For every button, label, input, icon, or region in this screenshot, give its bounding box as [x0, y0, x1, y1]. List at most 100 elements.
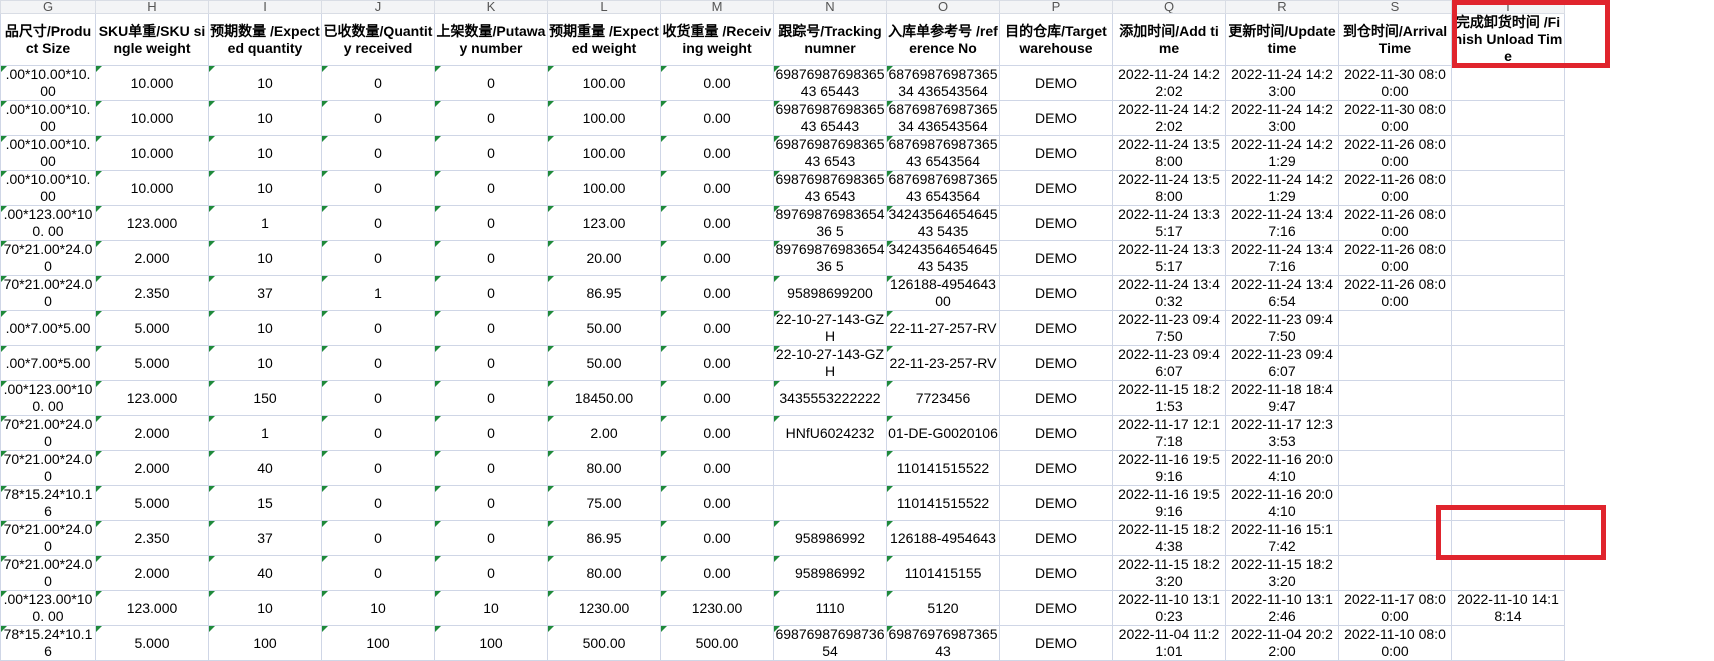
cell-sku-weight[interactable]: 10.000	[95, 65, 209, 101]
cell-expected-qty[interactable]: 10	[208, 345, 322, 381]
cell-reference[interactable]: 3424356465464543 5435	[886, 205, 1000, 241]
cell-update-time[interactable]: 2022-11-24 14:21:29	[1225, 135, 1339, 171]
cell-putaway[interactable]: 0	[434, 485, 548, 521]
cell-reference[interactable]: 1101415155	[886, 555, 1000, 591]
column-letter[interactable]: R	[1225, 0, 1339, 14]
cell-sku-weight[interactable]: 5.000	[95, 485, 209, 521]
cell-finish-unload[interactable]	[1451, 100, 1565, 136]
cell-tracking[interactable]: 8976987698365436 5	[773, 205, 887, 241]
column-letter[interactable]: S	[1338, 0, 1452, 14]
cell-warehouse[interactable]: DEMO	[999, 275, 1113, 311]
cell-receiving-weight[interactable]: 500.00	[660, 625, 774, 661]
cell-putaway[interactable]: 0	[434, 310, 548, 346]
cell-add-time[interactable]: 2022-11-24 13:58:00	[1112, 170, 1226, 206]
cell-expected-qty[interactable]: 10	[208, 590, 322, 626]
cell-expected-weight[interactable]: 100.00	[547, 170, 661, 206]
cell-sku-weight[interactable]: 2.000	[95, 450, 209, 486]
cell-warehouse[interactable]: DEMO	[999, 485, 1113, 521]
cell-warehouse[interactable]: DEMO	[999, 240, 1113, 276]
cell-putaway[interactable]: 0	[434, 135, 548, 171]
cell-receiving-weight[interactable]: 0.00	[660, 135, 774, 171]
table-row[interactable]: .00*10.00*10.00 10.000 10 0 0 100.00 0.00 69876…	[0, 170, 1565, 206]
cell-warehouse[interactable]: DEMO	[999, 170, 1113, 206]
cell-expected-qty[interactable]: 10	[208, 240, 322, 276]
cell-sku-weight[interactable]: 123.000	[95, 380, 209, 416]
cell-sku-weight[interactable]: 5.000	[95, 310, 209, 346]
column-letter[interactable]: P	[999, 0, 1113, 14]
cell-finish-unload[interactable]	[1451, 170, 1565, 206]
cell-arrival-time[interactable]: 2022-11-26 08:00:00	[1338, 275, 1452, 311]
cell-putaway[interactable]: 0	[434, 520, 548, 556]
cell-size[interactable]: .00*7.00*5.00	[0, 310, 96, 346]
cell-sku-weight[interactable]: 5.000	[95, 345, 209, 381]
column-letter[interactable]: J	[321, 0, 435, 14]
cell-update-time[interactable]: 2022-11-24 13:47:16	[1225, 205, 1339, 241]
cell-tracking[interactable]: 22-10-27-143-GZH	[773, 310, 887, 346]
cell-warehouse[interactable]: DEMO	[999, 100, 1113, 136]
column-letter[interactable]: T	[1451, 0, 1565, 14]
cell-qty-received[interactable]: 0	[321, 170, 435, 206]
cell-receiving-weight[interactable]: 0.00	[660, 310, 774, 346]
column-header[interactable]: 目的仓库/Target warehouse	[999, 13, 1113, 66]
cell-qty-received[interactable]: 0	[321, 345, 435, 381]
cell-update-time[interactable]: 2022-11-18 18:49:47	[1225, 380, 1339, 416]
cell-size[interactable]: .00*123.00*100. 00	[0, 380, 96, 416]
cell-receiving-weight[interactable]: 0.00	[660, 555, 774, 591]
cell-size[interactable]: 70*21.00*24.00	[0, 275, 96, 311]
cell-warehouse[interactable]: DEMO	[999, 415, 1113, 451]
cell-expected-weight[interactable]: 100.00	[547, 100, 661, 136]
cell-finish-unload[interactable]	[1451, 485, 1565, 521]
cell-expected-weight[interactable]: 18450.00	[547, 380, 661, 416]
cell-size[interactable]: .00*10.00*10.00	[0, 100, 96, 136]
cell-reference[interactable]: 6987697698736543	[886, 625, 1000, 661]
cell-finish-unload[interactable]	[1451, 345, 1565, 381]
cell-finish-unload[interactable]	[1451, 205, 1565, 241]
cell-arrival-time[interactable]: 2022-11-26 08:00:00	[1338, 240, 1452, 276]
cell-arrival-time[interactable]: 2022-11-30 08:00:00	[1338, 100, 1452, 136]
column-header[interactable]: 到仓时间/Arrival Time	[1338, 13, 1452, 66]
cell-expected-weight[interactable]: 86.95	[547, 520, 661, 556]
cell-add-time[interactable]: 2022-11-24 13:58:00	[1112, 135, 1226, 171]
cell-add-time[interactable]: 2022-11-15 18:24:38	[1112, 520, 1226, 556]
cell-tracking[interactable]: 6987698769836543 6543	[773, 135, 887, 171]
cell-receiving-weight[interactable]: 0.00	[660, 520, 774, 556]
table-row[interactable]: 78*15.24*10.16 5.000 100 100 100 500.00 500.00…	[0, 625, 1565, 661]
cell-tracking[interactable]: 6987698769836543 6543	[773, 170, 887, 206]
cell-expected-qty[interactable]: 15	[208, 485, 322, 521]
cell-update-time[interactable]: 2022-11-24 14:21:29	[1225, 170, 1339, 206]
cell-size[interactable]: .00*10.00*10.00	[0, 65, 96, 101]
table-row[interactable]: .00*123.00*100. 00 123.000 10 10 10 1230.00 12…	[0, 590, 1565, 626]
cell-tracking[interactable]: 958986992	[773, 520, 887, 556]
cell-tracking[interactable]: 6987698769836543 65443	[773, 65, 887, 101]
cell-receiving-weight[interactable]: 0.00	[660, 100, 774, 136]
column-header[interactable]: 上架数量/Putaway number	[434, 13, 548, 66]
cell-finish-unload[interactable]: 2022-11-10 14:18:14	[1451, 590, 1565, 626]
cell-arrival-time[interactable]	[1338, 310, 1452, 346]
cell-arrival-time[interactable]	[1338, 345, 1452, 381]
column-header[interactable]: 添加时间/Add time	[1112, 13, 1226, 66]
cell-add-time[interactable]: 2022-11-23 09:47:50	[1112, 310, 1226, 346]
column-header[interactable]: 跟踪号/Tracking numner	[773, 13, 887, 66]
cell-tracking[interactable]: HNfU6024232	[773, 415, 887, 451]
cell-reference[interactable]: 126188-495464300	[886, 275, 1000, 311]
cell-reference[interactable]: 6876987698736543 6543564	[886, 170, 1000, 206]
table-row[interactable]: 78*15.24*10.16 5.000 15 0 0 75.00 0.00 11014151…	[0, 485, 1565, 521]
cell-add-time[interactable]: 2022-11-15 18:21:53	[1112, 380, 1226, 416]
table-row[interactable]: .00*10.00*10.00 10.000 10 0 0 100.00 0.00 69876…	[0, 100, 1565, 136]
cell-add-time[interactable]: 2022-11-16 19:59:16	[1112, 485, 1226, 521]
cell-putaway[interactable]: 0	[434, 415, 548, 451]
cell-update-time[interactable]: 2022-11-24 13:47:16	[1225, 240, 1339, 276]
cell-expected-weight[interactable]: 100.00	[547, 135, 661, 171]
cell-putaway[interactable]: 0	[434, 450, 548, 486]
cell-add-time[interactable]: 2022-11-24 13:35:17	[1112, 240, 1226, 276]
cell-update-time[interactable]: 2022-11-24 14:23:00	[1225, 65, 1339, 101]
cell-putaway[interactable]: 0	[434, 240, 548, 276]
cell-size[interactable]: 78*15.24*10.16	[0, 485, 96, 521]
cell-sku-weight[interactable]: 10.000	[95, 170, 209, 206]
cell-reference[interactable]: 22-11-23-257-RV	[886, 345, 1000, 381]
cell-size[interactable]: 70*21.00*24.00	[0, 520, 96, 556]
cell-warehouse[interactable]: DEMO	[999, 380, 1113, 416]
cell-expected-qty[interactable]: 40	[208, 555, 322, 591]
cell-sku-weight[interactable]: 10.000	[95, 100, 209, 136]
cell-tracking[interactable]: 1110	[773, 590, 887, 626]
